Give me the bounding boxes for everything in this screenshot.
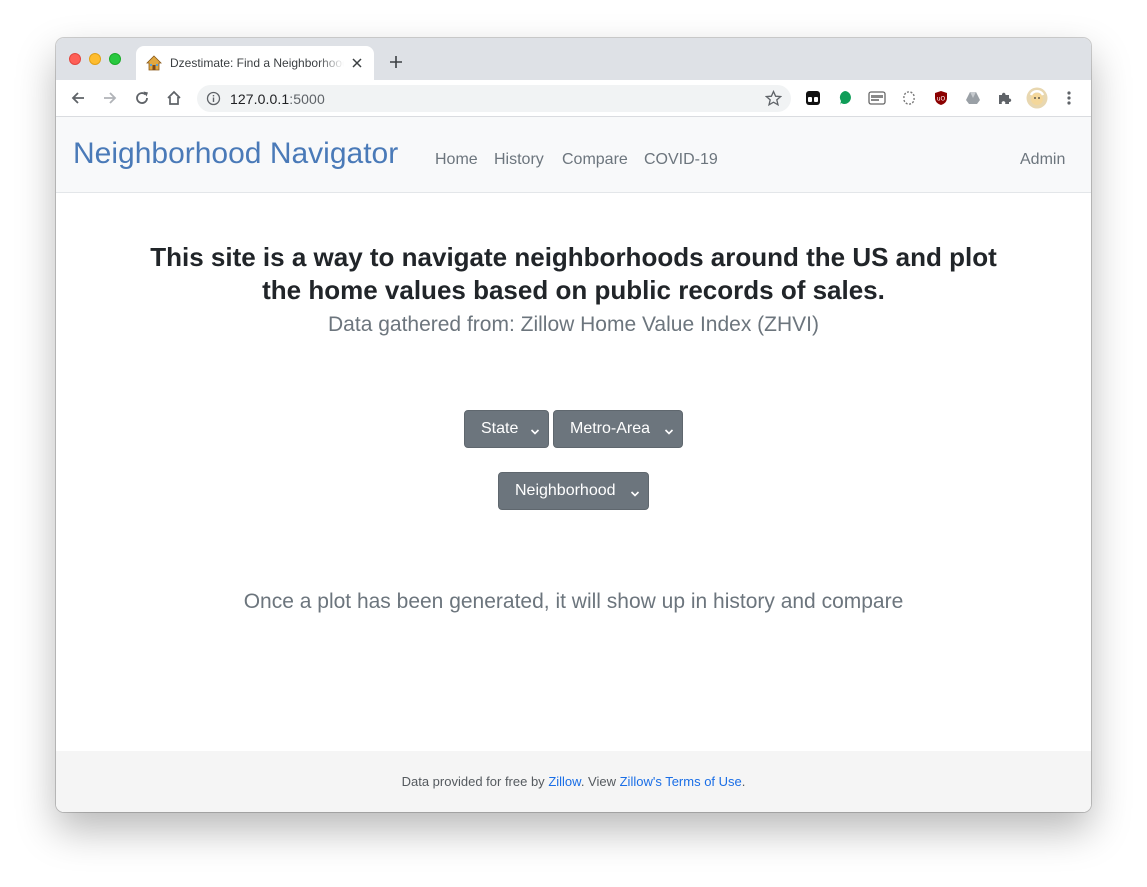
- zillow-link[interactable]: Zillow: [548, 774, 581, 789]
- reload-icon[interactable]: [132, 88, 152, 108]
- extension-css-icon[interactable]: [868, 89, 886, 107]
- metro-area-select-label: Metro-Area: [570, 420, 651, 437]
- footer-middle: . View: [580, 774, 620, 789]
- chevron-down-icon: [530, 424, 540, 435]
- house-icon: [146, 55, 162, 71]
- close-window-button[interactable]: [69, 53, 81, 65]
- minimize-window-button[interactable]: [89, 53, 101, 65]
- browser-toolbar: 127.0.0.1:5000 uO: [56, 80, 1091, 117]
- page-title: This site is a way to navigate neighborh…: [150, 242, 997, 305]
- home-icon[interactable]: [164, 88, 184, 108]
- nav-compare-link[interactable]: Compare: [562, 151, 628, 169]
- tab-title: Dzestimate: Find a Neighborhood: [170, 56, 344, 70]
- profile-avatar-icon[interactable]: [1026, 87, 1048, 109]
- extensions-puzzle-icon[interactable]: [996, 89, 1014, 107]
- browser-menu-icon[interactable]: [1060, 89, 1078, 107]
- close-tab-icon[interactable]: [349, 55, 365, 71]
- browser-tab[interactable]: Dzestimate: Find a Neighborhood: [136, 46, 374, 80]
- footer-suffix: .: [741, 774, 746, 789]
- plot-note: Once a plot has been generated, it will …: [243, 590, 904, 613]
- chevron-down-icon: [664, 424, 674, 435]
- tab-strip: Dzestimate: Find a Neighborhood: [56, 38, 1091, 80]
- state-select-label: State: [481, 420, 519, 437]
- extension-sync-icon[interactable]: [900, 89, 918, 107]
- info-icon[interactable]: [206, 91, 221, 106]
- neighborhood-select-label: Neighborhood: [515, 482, 616, 499]
- site-footer: Data provided for free by Zillow. View Z…: [56, 751, 1091, 812]
- nav-history-link[interactable]: History: [494, 151, 544, 169]
- forward-arrow-icon[interactable]: [100, 88, 120, 108]
- chevron-down-icon: [630, 486, 640, 497]
- new-tab-icon[interactable]: [386, 52, 406, 72]
- state-select[interactable]: State: [464, 410, 549, 448]
- url-host: 127.0.0.1: [230, 91, 290, 107]
- neighborhood-select[interactable]: Neighborhood: [498, 472, 649, 510]
- url-port: :5000: [289, 91, 325, 107]
- nav-home-link[interactable]: Home: [435, 151, 478, 169]
- maximize-window-button[interactable]: [109, 53, 121, 65]
- back-arrow-icon[interactable]: [68, 88, 88, 108]
- extension-tab-icon[interactable]: [804, 89, 822, 107]
- footer-prefix: Data provided for free by: [401, 774, 549, 789]
- page-subtitle: Data gathered from: Zillow Home Value In…: [328, 313, 819, 336]
- brand-link[interactable]: Neighborhood Navigator: [73, 137, 398, 171]
- svg-text:uO: uO: [937, 96, 946, 103]
- drive-icon[interactable]: [964, 89, 982, 107]
- bookmark-star-icon[interactable]: [764, 89, 783, 107]
- address-bar[interactable]: 127.0.0.1:5000: [197, 85, 791, 112]
- browser-window: Dzestimate: Find a Neighborhood 127.0.0.…: [56, 38, 1091, 812]
- extension-chat-icon[interactable]: [836, 89, 854, 107]
- nav-covid-link[interactable]: COVID-19: [644, 151, 718, 169]
- metro-area-select[interactable]: Metro-Area: [553, 410, 683, 448]
- ublock-shield-icon[interactable]: uO: [932, 89, 950, 107]
- page-viewport: Neighborhood Navigator Home History Comp…: [56, 117, 1091, 812]
- nav-admin-link[interactable]: Admin: [1020, 151, 1065, 169]
- terms-of-use-link[interactable]: Zillow's Terms of Use: [620, 774, 742, 789]
- url-text: 127.0.0.1:5000: [230, 91, 325, 107]
- site-navbar: Neighborhood Navigator Home History Comp…: [56, 117, 1091, 193]
